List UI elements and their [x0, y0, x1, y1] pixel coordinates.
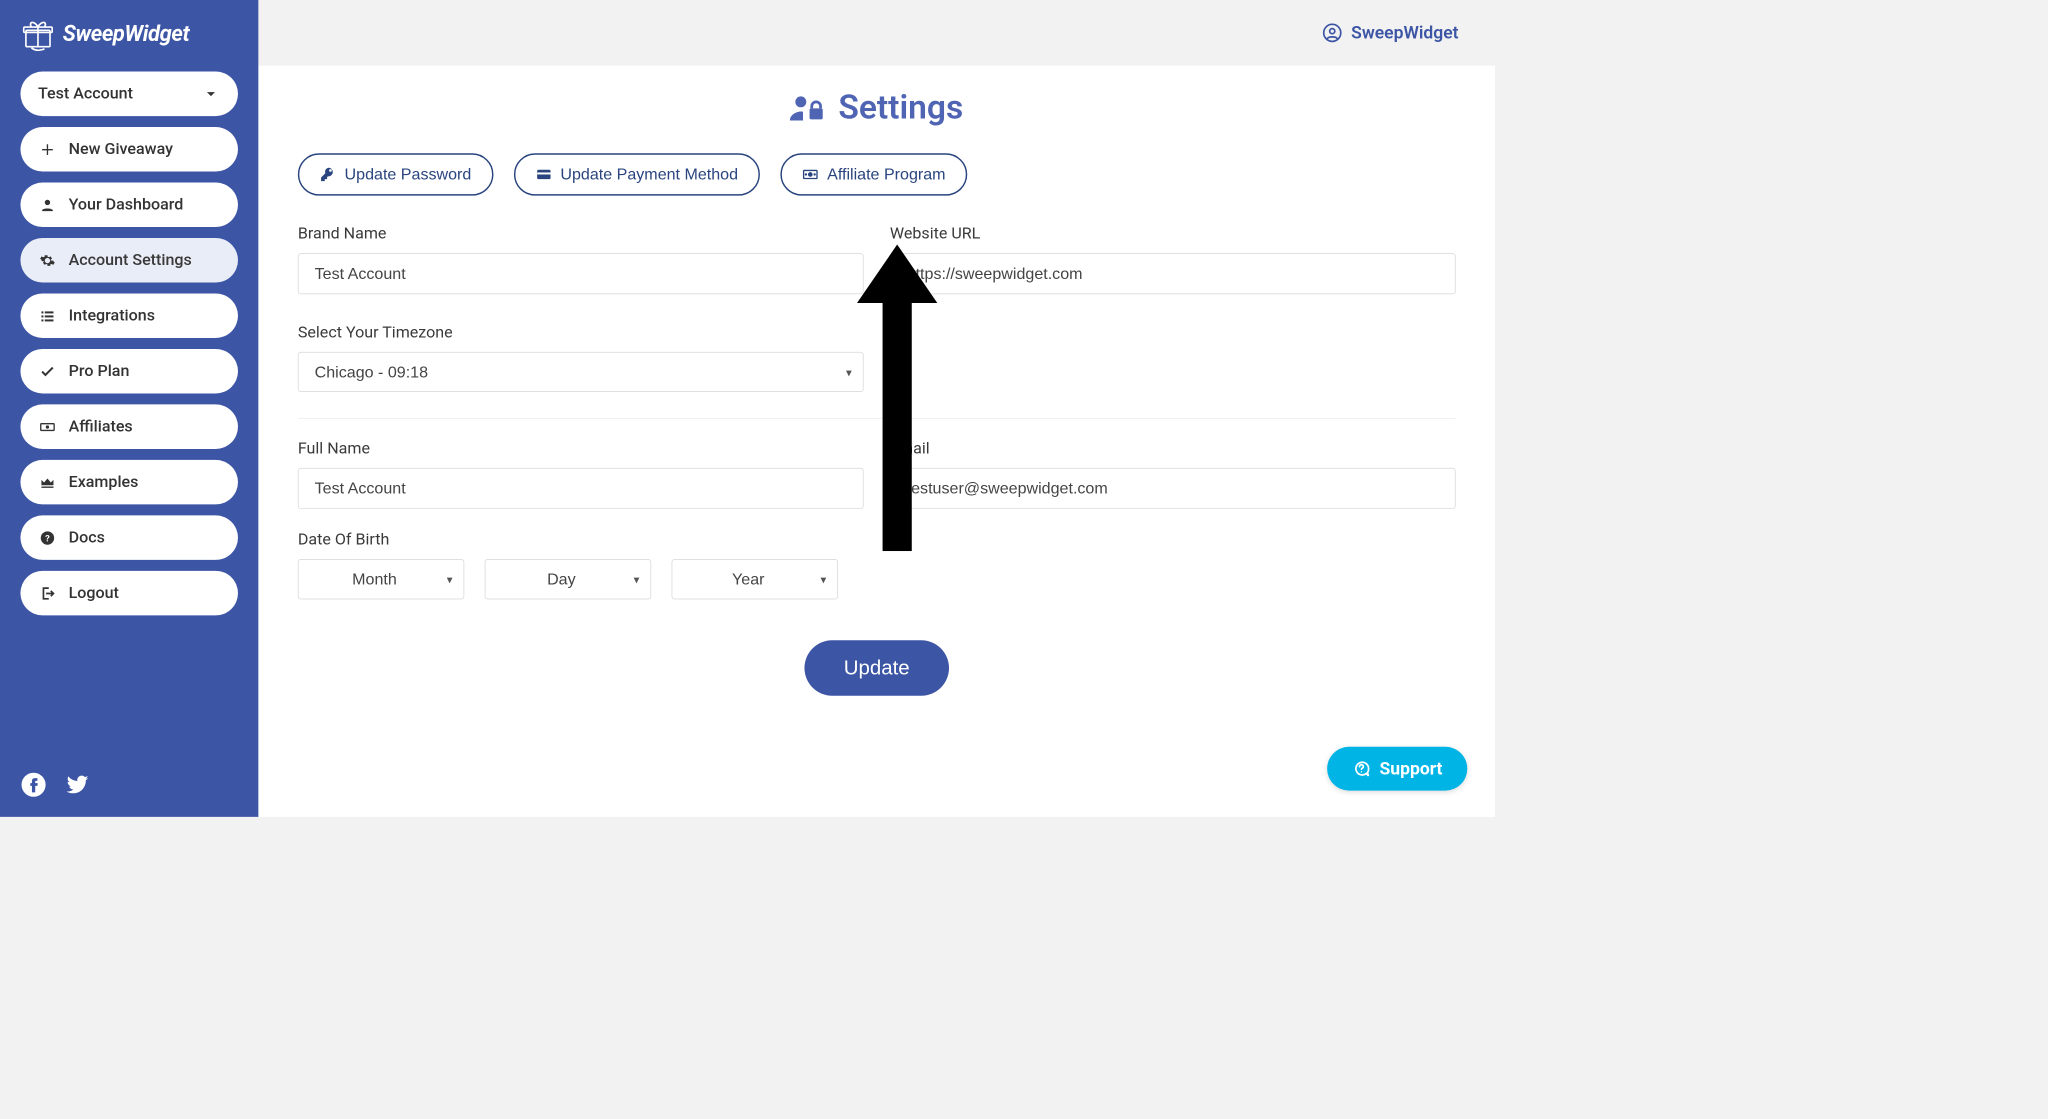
user-lock-icon [790, 90, 825, 125]
dob-month-select[interactable]: Month [298, 559, 464, 599]
list-icon [38, 308, 57, 324]
sidebar-item-label: Account Settings [69, 251, 192, 269]
gift-icon [20, 16, 55, 51]
website-url-label: Website URL [890, 225, 1456, 243]
affiliate-program-button[interactable]: Affiliate Program [780, 153, 967, 195]
sidebar-item-label: Integrations [69, 307, 155, 325]
credit-card-icon [536, 166, 552, 182]
user-icon [38, 197, 57, 213]
update-payment-button[interactable]: Update Payment Method [514, 153, 760, 195]
plus-icon [38, 141, 57, 157]
brand-logo: SweepWidget [20, 16, 238, 51]
help-chat-icon [1352, 759, 1371, 778]
email-input[interactable] [890, 468, 1456, 509]
sidebar-item-pro-plan[interactable]: Pro Plan [20, 349, 238, 394]
social-links [20, 772, 238, 801]
support-button[interactable]: Support [1327, 747, 1467, 791]
caret-down-icon [201, 86, 220, 102]
user-circle-icon [1322, 23, 1342, 43]
sidebar-item-label: Examples [69, 473, 139, 491]
update-password-button[interactable]: Update Password [298, 153, 493, 195]
sidebar-item-label: Your Dashboard [69, 196, 184, 214]
dob-label: Date Of Birth [298, 531, 1456, 549]
twitter-icon[interactable] [64, 772, 90, 801]
check-icon [38, 363, 57, 379]
content: Settings Update Password Update Payment … [258, 66, 1495, 817]
dob-day-select[interactable]: Day [485, 559, 651, 599]
money-icon [38, 419, 57, 435]
update-button[interactable]: Update [804, 640, 949, 695]
sidebar-item-dashboard[interactable]: Your Dashboard [20, 183, 238, 228]
svg-text:?: ? [45, 533, 50, 544]
sidebar-item-label: Docs [69, 529, 105, 547]
key-icon [320, 166, 336, 182]
sidebar-item-label: Pro Plan [69, 362, 130, 380]
money-icon [802, 166, 818, 182]
full-name-label: Full Name [298, 439, 864, 457]
sidebar-item-account-settings[interactable]: Account Settings [20, 238, 238, 283]
gear-icon [38, 252, 57, 268]
sidebar-item-new-giveaway[interactable]: New Giveaway [20, 127, 238, 172]
sidebar-item-examples[interactable]: Examples [20, 460, 238, 505]
account-selector-label: Test Account [38, 85, 133, 103]
sidebar-item-label: Logout [69, 584, 119, 602]
timezone-label: Select Your Timezone [298, 323, 864, 341]
account-selector[interactable]: Test Account [20, 72, 238, 117]
brand-name-label: Brand Name [298, 225, 864, 243]
logout-icon [38, 585, 57, 601]
facebook-icon[interactable] [20, 772, 46, 801]
brand-text: SweepWidget [63, 21, 190, 47]
dob-year-select[interactable]: Year [672, 559, 838, 599]
brand-name-input[interactable] [298, 253, 864, 294]
account-badge-label: SweepWidget [1351, 23, 1458, 43]
sidebar-item-logout[interactable]: Logout [20, 571, 238, 616]
email-label: Email [890, 439, 1456, 457]
sidebar-item-integrations[interactable]: Integrations [20, 293, 238, 338]
account-badge[interactable]: SweepWidget [1322, 23, 1459, 43]
full-name-input[interactable] [298, 468, 864, 509]
topbar: SweepWidget [258, 0, 1495, 66]
sidebar: SweepWidget Test Account New Giveaway Yo… [0, 0, 258, 817]
sidebar-item-docs[interactable]: ? Docs [20, 515, 238, 560]
page-title: Settings [298, 88, 1456, 127]
help-icon: ? [38, 530, 57, 546]
crown-icon [38, 474, 57, 490]
divider [298, 418, 1456, 419]
sidebar-item-label: Affiliates [69, 418, 133, 436]
sidebar-item-affiliates[interactable]: Affiliates [20, 404, 238, 449]
sidebar-item-label: New Giveaway [69, 140, 173, 158]
website-url-input[interactable] [890, 253, 1456, 294]
timezone-select[interactable]: Chicago - 09:18 [298, 352, 864, 392]
